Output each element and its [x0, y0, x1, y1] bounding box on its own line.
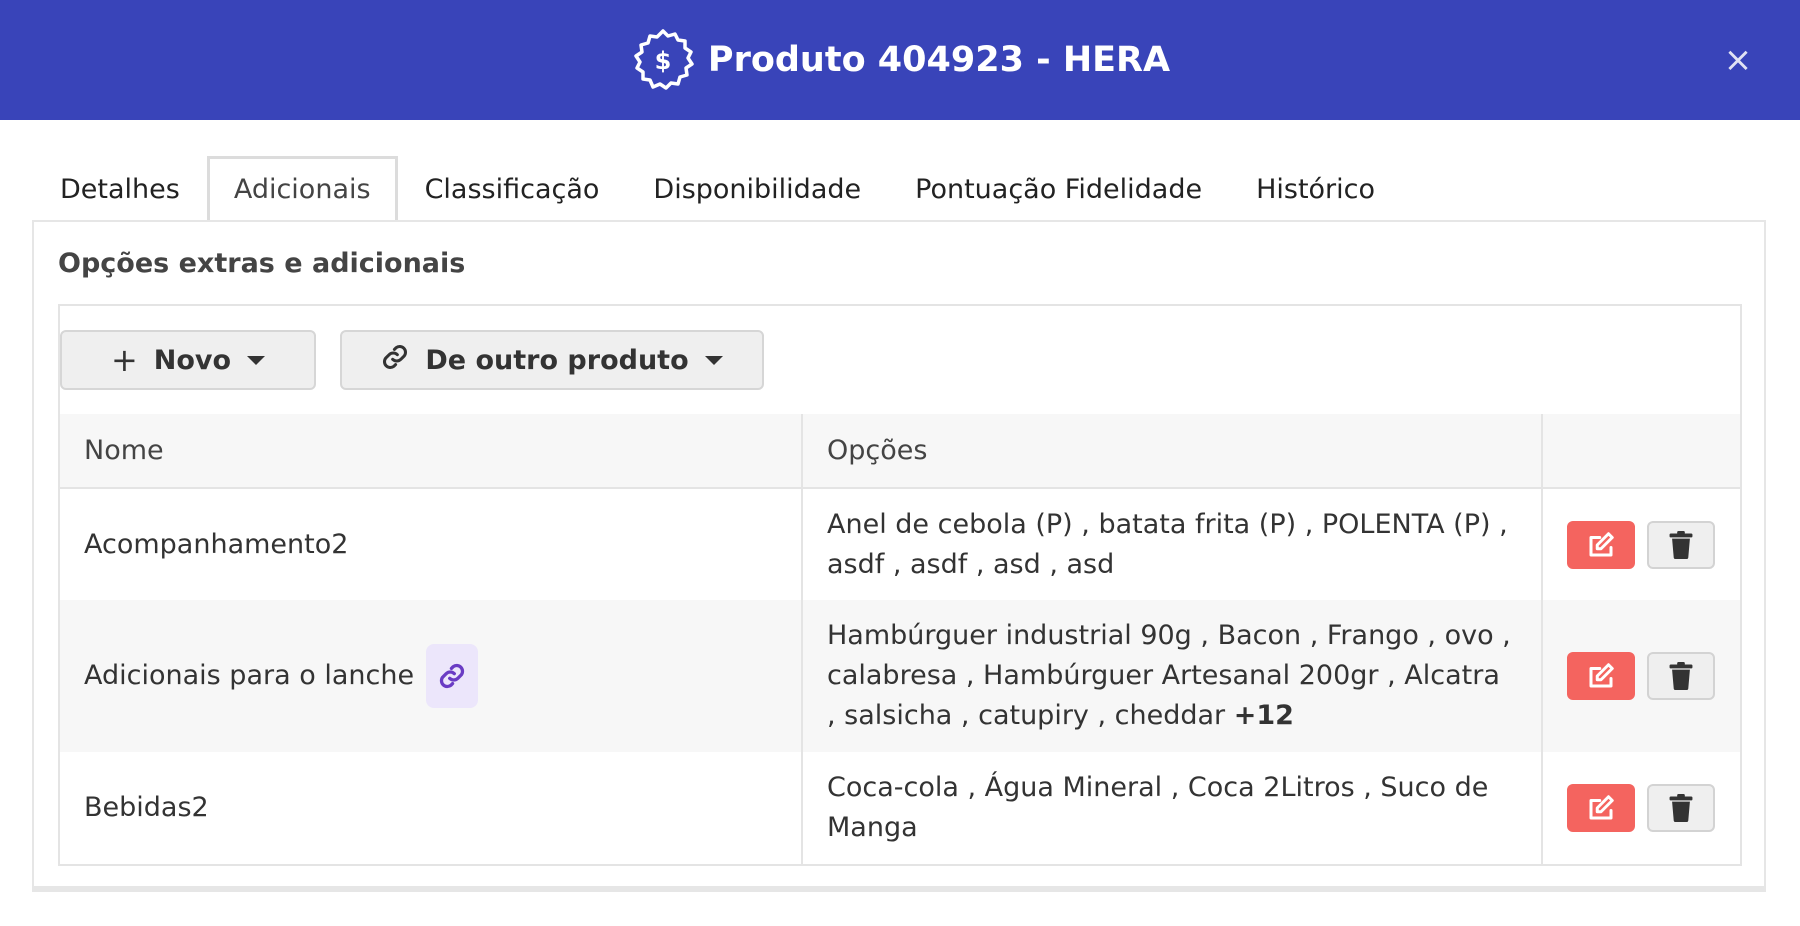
modal-title-group: $ Produto 404923 - HERA: [630, 27, 1170, 93]
tab-historico[interactable]: Histórico: [1229, 156, 1402, 220]
linked-product-badge[interactable]: [426, 644, 479, 708]
adicionais-panel: Opções extras e adicionais + Novo De out…: [32, 220, 1766, 892]
row-name: Adicionais para o lanche: [84, 660, 415, 691]
edit-button[interactable]: [1567, 520, 1635, 569]
options-text: Hambúrguer industrial 90g , Bacon , Fran…: [827, 620, 1511, 731]
tab-bar: Detalhes Adicionais Classificação Dispon…: [33, 156, 1402, 220]
column-header-opcoes: Opções: [802, 414, 1543, 489]
row-actions: [1542, 600, 1740, 752]
edit-icon: [1589, 663, 1614, 688]
table-row: Bebidas2 Coca-cola , Água Mineral , Coca…: [60, 752, 1740, 864]
table-row: Acompanhamento2 Anel de cebola (P) , bat…: [60, 488, 1740, 600]
new-dropdown-button[interactable]: + Novo: [60, 330, 316, 390]
more-count: +12: [1233, 700, 1294, 731]
extras-table: Nome Opções Acompanhamento2 Anel de cebo…: [60, 414, 1740, 864]
options-text: Anel de cebola (P) , batata frita (P) , …: [827, 508, 1508, 580]
row-actions: [1542, 752, 1740, 864]
tab-disponibilidade[interactable]: Disponibilidade: [626, 156, 888, 220]
edit-button[interactable]: [1567, 652, 1635, 700]
extras-container: + Novo De outro produto Nome Opções Acom…: [58, 304, 1742, 866]
close-icon[interactable]: ×: [1722, 43, 1754, 77]
trash-icon: [1669, 662, 1693, 690]
options-text: Coca-cola , Água Mineral , Coca 2Litros …: [827, 772, 1489, 843]
table-header-row: Nome Opções: [60, 414, 1740, 489]
plus-icon: +: [110, 341, 138, 379]
toolbar: + Novo De outro produto: [60, 330, 764, 390]
caret-down-icon: [247, 355, 266, 365]
link-icon: [439, 663, 465, 689]
row-name-cell: Adicionais para o lanche: [60, 600, 803, 752]
edit-icon: [1589, 795, 1614, 820]
row-options: Hambúrguer industrial 90g , Bacon , Fran…: [802, 600, 1543, 752]
row-options: Anel de cebola (P) , batata frita (P) , …: [802, 488, 1543, 600]
edit-button[interactable]: [1567, 784, 1635, 832]
from-other-product-button[interactable]: De outro produto: [340, 330, 764, 390]
trash-icon: [1669, 530, 1693, 559]
edit-icon: [1589, 531, 1614, 556]
caret-down-icon: [704, 355, 723, 365]
row-options: Coca-cola , Água Mineral , Coca 2Litros …: [802, 752, 1543, 864]
dollar-badge-icon: $: [630, 27, 696, 93]
tab-adicionais[interactable]: Adicionais: [206, 156, 398, 220]
delete-button[interactable]: [1647, 652, 1715, 700]
table-row: Adicionais para o lanche Hambúrguer indu…: [60, 600, 1740, 752]
tab-detalhes[interactable]: Detalhes: [33, 156, 207, 220]
row-name: Bebidas2: [60, 752, 803, 864]
svg-text:$: $: [655, 47, 672, 75]
column-header-actions: [1542, 414, 1740, 489]
new-button-label: Novo: [153, 344, 232, 376]
delete-button[interactable]: [1647, 784, 1715, 832]
row-name: Acompanhamento2: [60, 488, 803, 600]
tab-pontuacao-fidelidade[interactable]: Pontuação Fidelidade: [888, 156, 1229, 220]
trash-icon: [1669, 794, 1693, 822]
modal-title: Produto 404923 - HERA: [707, 40, 1171, 80]
row-actions: [1542, 488, 1740, 600]
delete-button[interactable]: [1647, 520, 1715, 569]
tab-classificacao[interactable]: Classificação: [398, 156, 627, 220]
link-icon: [381, 343, 409, 378]
from-other-product-label: De outro produto: [425, 344, 689, 376]
modal-header: $ Produto 404923 - HERA ×: [0, 0, 1800, 120]
section-title: Opções extras e adicionais: [58, 248, 466, 279]
column-header-nome: Nome: [60, 414, 803, 489]
